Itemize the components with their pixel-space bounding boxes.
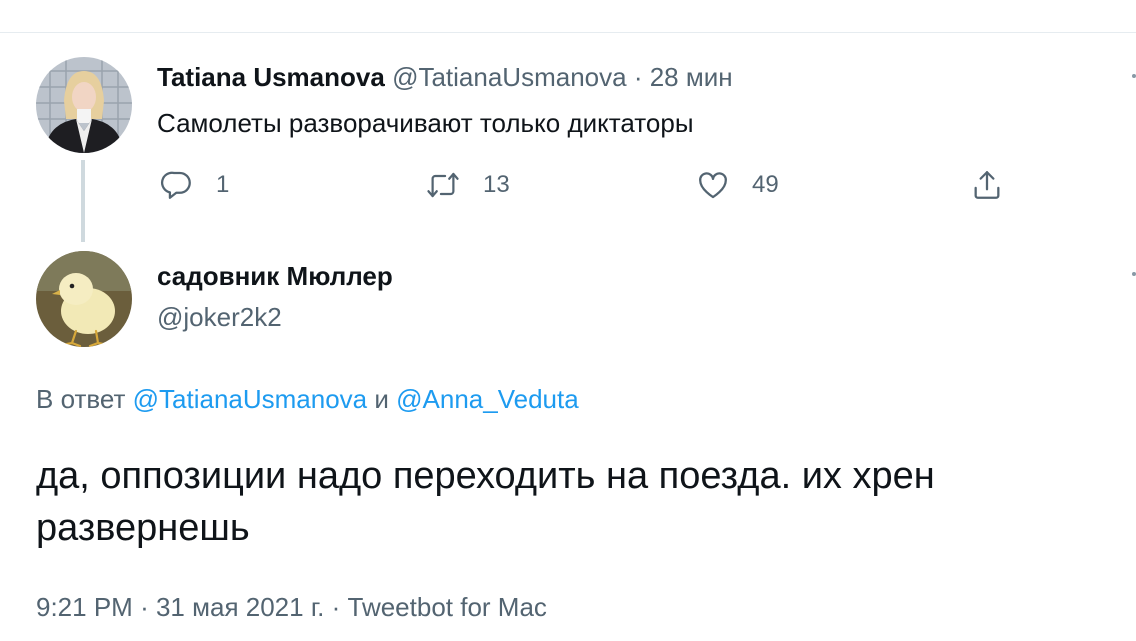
- retweet-icon: [425, 168, 461, 202]
- retweet-count: 13: [483, 171, 510, 198]
- meta-separator-1: ·: [140, 592, 149, 622]
- reply-prefix: В ответ: [36, 384, 126, 414]
- tweet2-text: да, оппозиции надо переходить на поезда.…: [36, 455, 935, 549]
- retweet-button[interactable]: 13: [425, 168, 510, 202]
- tweet2-author-name[interactable]: садовник Мюллер: [157, 260, 393, 292]
- tweet1-header: Tatiana Usmanova @TatianaUsmanova · 28 м…: [157, 61, 733, 93]
- tweet1-text: Самолеты разворачивают только диктаторы: [157, 108, 694, 138]
- tweet2-more-icon[interactable]: [1132, 272, 1136, 276]
- tweet2-timestamp[interactable]: 9:21 PM: [36, 592, 133, 622]
- thread-connector-line: [81, 160, 85, 242]
- mention-link-2[interactable]: @Anna_Veduta: [396, 384, 579, 414]
- top-divider: [0, 32, 1136, 33]
- tweet2-date[interactable]: 31 мая 2021 г.: [156, 592, 324, 622]
- mention-link-1[interactable]: @TatianaUsmanova: [133, 384, 368, 414]
- tweet2-meta: 9:21 PM · 31 мая 2021 г. · Tweetbot for …: [36, 590, 547, 624]
- tweet1-timestamp[interactable]: 28 мин: [650, 62, 733, 92]
- share-icon: [970, 168, 1004, 202]
- like-button[interactable]: 49: [696, 168, 779, 202]
- like-count: 49: [752, 171, 779, 198]
- reply-conjunction: и: [374, 384, 389, 414]
- tweet1-author-handle[interactable]: @TatianaUsmanova: [392, 62, 627, 92]
- tweet1-more-icon[interactable]: [1132, 74, 1136, 78]
- like-icon: [696, 168, 730, 202]
- avatar-joker[interactable]: [36, 251, 132, 347]
- reply-count: 1: [216, 171, 230, 198]
- share-button[interactable]: [970, 168, 1004, 202]
- meta-separator-2: ·: [331, 592, 341, 622]
- reply-button[interactable]: 1: [160, 168, 229, 202]
- reply-to-line: В ответ @TatianaUsmanova и @Anna_Veduta: [36, 382, 579, 416]
- tweet2-author-handle[interactable]: @joker2k2: [157, 301, 282, 333]
- tweet1-separator: ·: [633, 62, 643, 92]
- tweet1-author-name[interactable]: Tatiana Usmanova: [157, 62, 385, 92]
- reply-icon: [160, 168, 194, 202]
- tweet2-client[interactable]: Tweetbot for Mac: [348, 592, 547, 622]
- avatar-tatiana[interactable]: [36, 57, 132, 153]
